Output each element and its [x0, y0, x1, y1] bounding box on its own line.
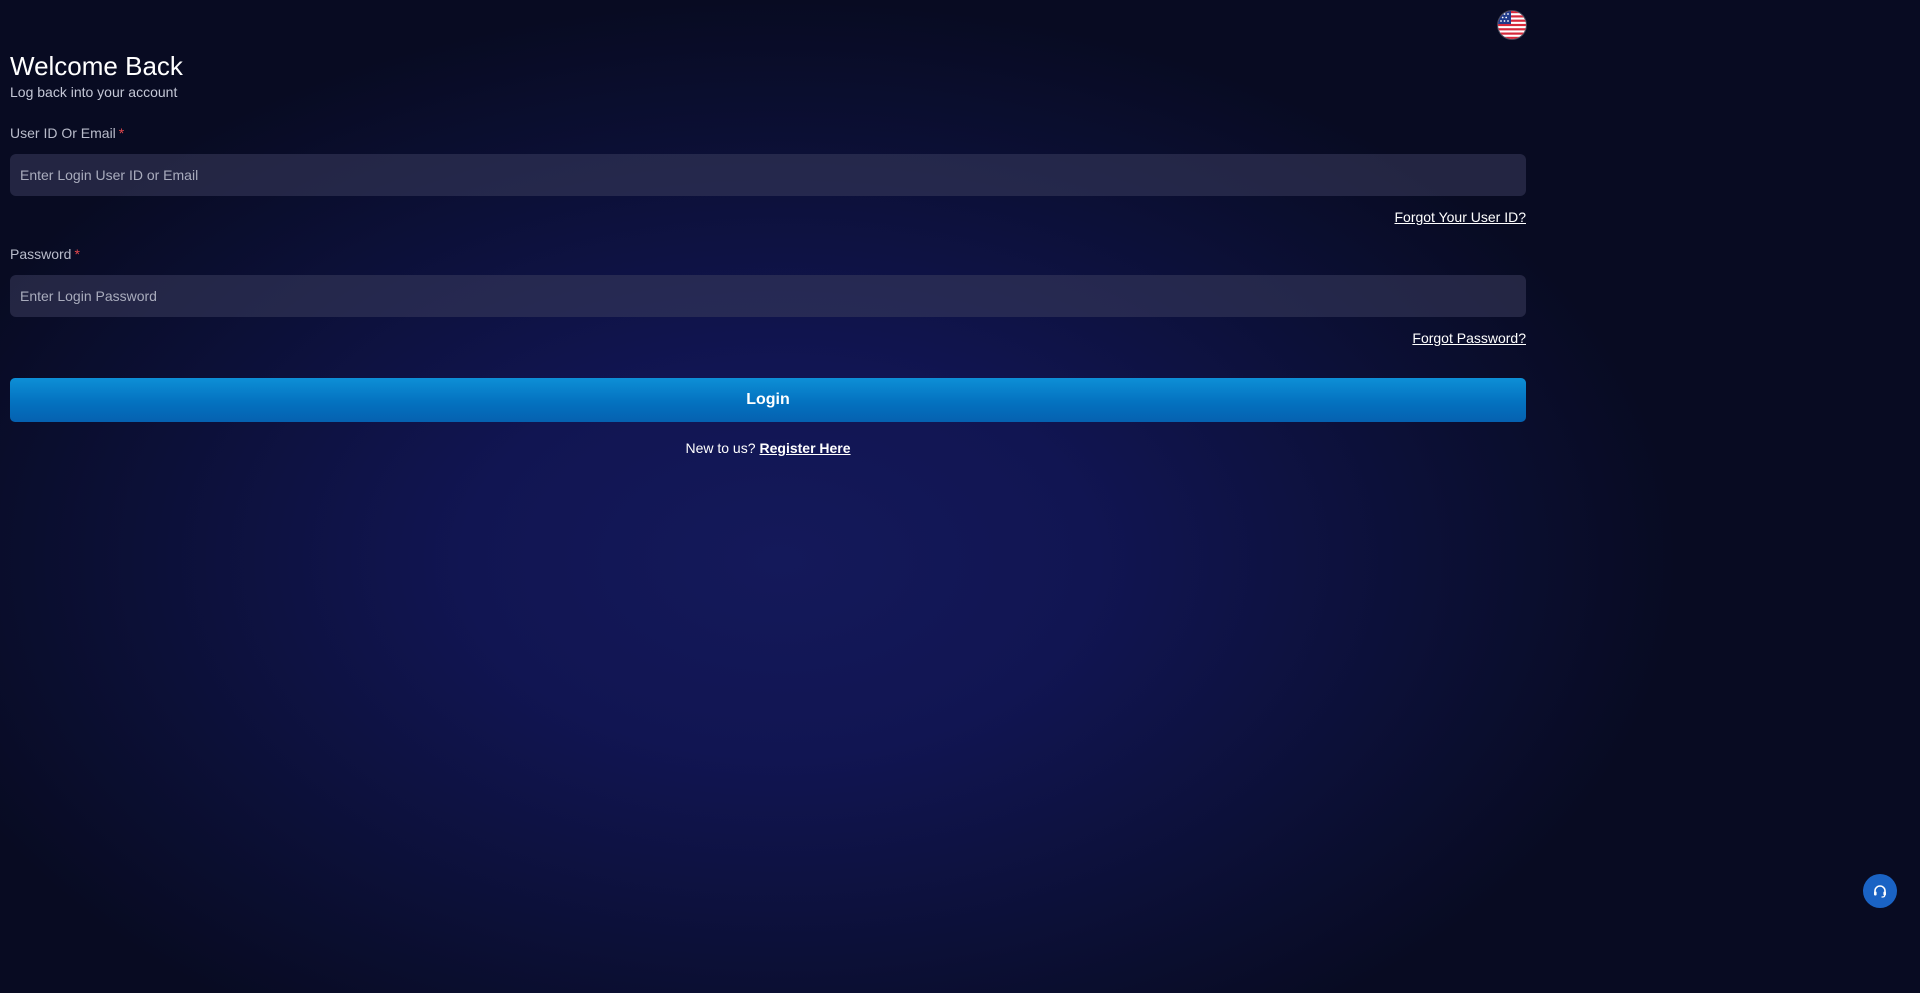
user-id-input[interactable]	[10, 154, 1526, 196]
login-form: Welcome Back Log back into your account …	[10, 50, 1526, 457]
language-switcher[interactable]	[1498, 11, 1526, 39]
login-button[interactable]: Login	[10, 378, 1526, 422]
password-label-text: Password	[10, 246, 72, 262]
register-prompt: New to us?	[685, 440, 756, 456]
forgot-password-row: Forgot Password?	[10, 329, 1526, 348]
page-title: Welcome Back	[10, 51, 183, 81]
user-id-label: User ID Or Email *	[10, 124, 1526, 142]
required-mark: *	[118, 125, 125, 141]
us-flag-icon	[1498, 11, 1526, 39]
forgot-password-link[interactable]: Forgot Password?	[1412, 330, 1526, 346]
headset-icon	[1872, 883, 1888, 899]
forgot-user-row: Forgot Your User ID?	[10, 208, 1526, 227]
user-id-label-text: User ID Or Email	[10, 125, 116, 141]
password-label: Password *	[10, 245, 1526, 263]
support-chat-button[interactable]	[1863, 874, 1897, 908]
password-input[interactable]	[10, 275, 1526, 317]
forgot-user-id-link[interactable]: Forgot Your User ID?	[1394, 209, 1526, 225]
register-link[interactable]: Register Here	[760, 440, 851, 456]
required-mark: *	[74, 246, 80, 262]
page-subtitle: Log back into your account	[10, 84, 178, 100]
register-row: New to us? Register Here	[10, 439, 1526, 457]
